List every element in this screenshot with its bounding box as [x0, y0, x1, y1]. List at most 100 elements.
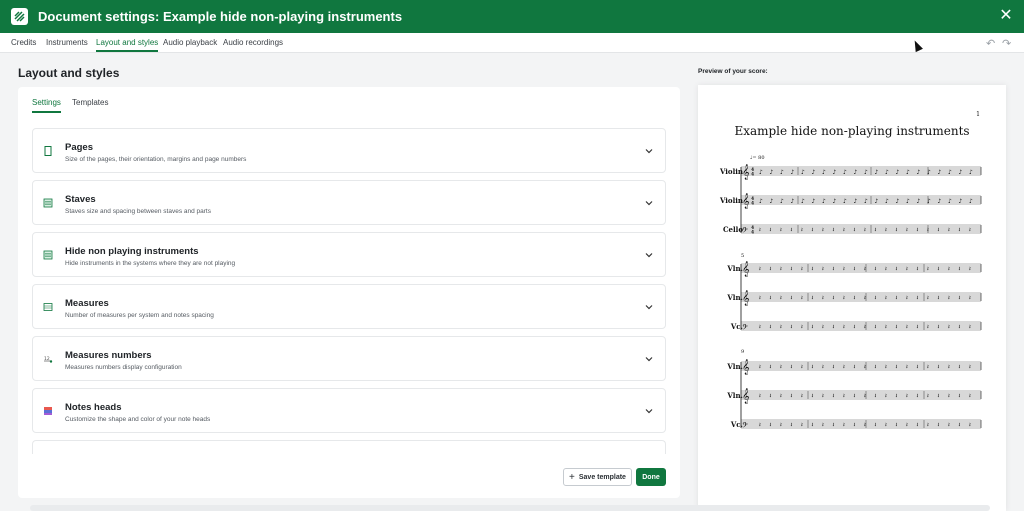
- chevron-down-icon[interactable]: [645, 407, 653, 415]
- note-mark: 𝄽: [896, 364, 898, 371]
- tab-credits[interactable]: Credits: [11, 38, 36, 47]
- note-mark: 𝄽: [759, 422, 761, 429]
- tab-audio-playback[interactable]: Audio playback: [163, 38, 217, 47]
- note-mark: 𝄽: [948, 364, 950, 371]
- note-mark: 𝄽: [780, 227, 782, 234]
- note-mark: ♪: [875, 169, 879, 176]
- note-mark: 𝄽: [791, 324, 793, 331]
- section-title: Measures: [65, 298, 109, 309]
- note-mark: 𝄽: [822, 393, 824, 400]
- note-mark: 𝄽: [854, 295, 856, 302]
- chevron-down-icon[interactable]: [645, 303, 653, 311]
- chevron-down-icon[interactable]: [645, 147, 653, 155]
- preview-label: Preview of your score:: [698, 68, 768, 75]
- close-icon[interactable]: ✕: [999, 8, 1013, 24]
- note-mark: 𝄽: [969, 364, 971, 371]
- note-mark: 𝄽: [875, 393, 877, 400]
- note-mark: 𝄽: [770, 422, 772, 429]
- note-mark: 𝄽: [801, 364, 803, 371]
- note-mark: ♪: [896, 198, 900, 205]
- note-mark: 𝄽: [801, 393, 803, 400]
- chevron-down-icon[interactable]: [645, 199, 653, 207]
- note-mark: 𝄽: [854, 324, 856, 331]
- note-mark: ♪: [854, 198, 858, 205]
- note-mark: 𝄽: [833, 227, 835, 234]
- treble-clef-mark: 𝄞: [742, 389, 750, 404]
- note-mark: 𝄽: [927, 227, 929, 234]
- note-mark: 𝄽: [864, 266, 866, 273]
- note-mark: ♪: [896, 169, 900, 176]
- note-mark: 𝄽: [854, 393, 856, 400]
- section-description: Size of the pages, their orientation, ma…: [65, 156, 247, 163]
- note-mark: ♪: [948, 169, 952, 176]
- note-mark: 𝄽: [896, 324, 898, 331]
- window-title: Document settings: Example hide non-play…: [38, 9, 403, 24]
- chevron-down-icon[interactable]: [645, 355, 653, 363]
- section-staves[interactable]: Staves Staves size and spacing between s…: [32, 180, 666, 225]
- section-description: Measures numbers display configuration: [65, 364, 182, 371]
- note-mark: ♪: [959, 169, 963, 176]
- section-hide-non-playing-instruments[interactable]: Hide non playing instruments Hide instru…: [32, 232, 666, 277]
- section-title: Measures numbers: [65, 350, 152, 361]
- note-mark: 𝄽: [843, 393, 845, 400]
- note-mark: 𝄽: [770, 393, 772, 400]
- subtab-templates[interactable]: Templates: [72, 98, 108, 107]
- note-mark: ♪: [906, 198, 910, 205]
- tab-instruments[interactable]: Instruments: [46, 38, 88, 47]
- note-mark: ♪: [759, 169, 763, 176]
- note-mark: 𝄽: [959, 227, 961, 234]
- done-button[interactable]: Done: [636, 468, 666, 486]
- note-mark: 𝄽: [791, 295, 793, 302]
- note-mark: 𝄽: [801, 295, 803, 302]
- note-mark: 𝄽: [822, 422, 824, 429]
- tab-audio-recordings[interactable]: Audio recordings: [223, 38, 283, 47]
- undo-icon[interactable]: ↶: [986, 37, 995, 50]
- save-template-button[interactable]: + Save template: [563, 468, 632, 486]
- note-mark: ♪: [917, 198, 921, 205]
- note-mark: ♪: [791, 169, 795, 176]
- redo-icon[interactable]: ↷: [1002, 37, 1011, 50]
- section-notes-heads[interactable]: Notes heads Customize the shape and colo…: [32, 388, 666, 433]
- note-mark: ♪: [906, 169, 910, 176]
- note-mark: 𝄽: [791, 393, 793, 400]
- note-mark: 𝄽: [938, 324, 940, 331]
- note-mark: ♪: [833, 198, 837, 205]
- note-mark: 𝄽: [896, 295, 898, 302]
- note-mark: 𝄽: [948, 324, 950, 331]
- note-mark: 𝄽: [875, 422, 877, 429]
- note-mark: 𝄽: [927, 295, 929, 302]
- note-mark: 𝄽: [864, 422, 866, 429]
- note-mark: 𝄽: [896, 393, 898, 400]
- tab-layout-and-styles[interactable]: Layout and styles: [96, 38, 159, 52]
- note-mark: ♪: [843, 198, 847, 205]
- section-pages[interactable]: Pages Size of the pages, their orientati…: [32, 128, 666, 173]
- subtab-settings[interactable]: Settings: [32, 98, 61, 113]
- note-mark: 𝄽: [927, 324, 929, 331]
- note-mark: 𝄽: [759, 295, 761, 302]
- note-mark: ♪: [854, 169, 858, 176]
- note-mark: 𝄽: [801, 422, 803, 429]
- save-template-label: Save template: [578, 473, 626, 481]
- section-title: Notes heads: [65, 402, 122, 413]
- note-mark: 𝄽: [938, 393, 940, 400]
- note-mark: 𝄽: [948, 227, 950, 234]
- note-mark: ♪: [959, 198, 963, 205]
- bottom-shadow: [30, 505, 990, 511]
- note-mark: 𝄽: [927, 364, 929, 371]
- staves-icon: [43, 250, 53, 260]
- settings-panel: Settings Templates Pages Size of the pag…: [18, 87, 680, 498]
- note-mark: 𝄽: [948, 295, 950, 302]
- svg-text:12: 12: [44, 356, 50, 362]
- note-mark: 𝄽: [906, 364, 908, 371]
- note-mark: ♪: [875, 198, 879, 205]
- note-mark: 𝄽: [854, 266, 856, 273]
- note-mark: 𝄽: [938, 266, 940, 273]
- chevron-down-icon[interactable]: [645, 251, 653, 259]
- note-mark: 𝄽: [864, 324, 866, 331]
- section-measures-numbers[interactable]: 12 Measures numbers Measures numbers dis…: [32, 336, 666, 381]
- section-measures[interactable]: Measures Number of measures per system a…: [32, 284, 666, 329]
- note-mark: ♪: [801, 198, 805, 205]
- note-mark: 𝄽: [917, 364, 919, 371]
- note-mark: 𝄽: [791, 266, 793, 273]
- note-mark: 𝄽: [822, 227, 824, 234]
